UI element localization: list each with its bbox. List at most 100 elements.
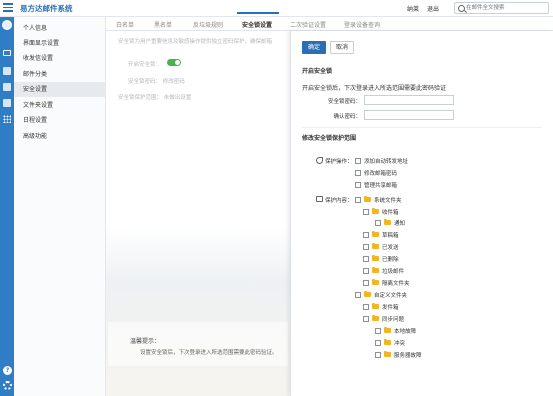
checkbox[interactable] [363, 279, 369, 286]
sidebar-item-folders[interactable]: 文件夹设置 [14, 98, 106, 113]
tip-text: 设置安全锁后，下次登录进入所选范围需要此密码验证。 [140, 350, 278, 356]
avatar-icon[interactable] [2, 20, 12, 30]
checkbox[interactable] [363, 208, 369, 215]
folder-icon [372, 230, 379, 237]
enable-lock-desc: 开启安全锁后，下次登录进入所选范围需要此密码验证 [302, 85, 447, 92]
search-box[interactable] [454, 2, 549, 14]
tab-blacklist[interactable]: 黑名单 [154, 20, 172, 29]
folder-icon [372, 242, 379, 249]
tab-whitelist[interactable]: 白名单 [116, 20, 134, 29]
tree-node[interactable]: 本地故障 [375, 326, 416, 335]
checkbox[interactable] [363, 231, 369, 238]
tab-two-factor[interactable]: 二次验证设置 [290, 20, 326, 29]
security-intro: 安全锁为用户重要信息及敏感操作提供独立密码保护，确保邮箱 [118, 39, 273, 45]
settings-icon[interactable] [3, 381, 12, 390]
checkbox[interactable] [375, 219, 381, 226]
ops-label: 保护操作： [325, 159, 353, 165]
wrench-icon [316, 157, 323, 164]
tip-title: 温馨提示： [130, 338, 161, 345]
sidebar-item-mail-settings[interactable]: 收发信设置 [14, 51, 106, 66]
search-input[interactable] [466, 3, 548, 13]
sidebar-item-profile[interactable]: 个人信息 [14, 21, 106, 36]
folder-icon [372, 278, 379, 285]
settings-sidebar: 个人信息 界面显示设置 收发信设置 邮件分类 安全设置 文件夹设置 日程设置 高… [14, 17, 106, 396]
sidebar-item-display[interactable]: 界面显示设置 [14, 36, 106, 51]
contacts-icon[interactable] [3, 67, 11, 75]
checkbox[interactable] [355, 196, 361, 203]
folder-icon [384, 350, 391, 357]
folder-icon [384, 326, 391, 333]
checkbox[interactable] [375, 339, 381, 346]
sidebar-item-advanced[interactable]: 高级功能 [14, 129, 106, 144]
content-label: 保护内容： [325, 198, 353, 204]
sidebar-item-mail-category[interactable]: 邮件分类 [14, 67, 106, 82]
tree-node-custom[interactable]: 自定义文件夹 [355, 290, 407, 299]
active-tab-indicator [237, 12, 279, 14]
checkbox[interactable] [363, 267, 369, 274]
op-row[interactable]: 添加自动转发地址 [355, 156, 408, 165]
tree-node[interactable]: 冲突 [375, 338, 405, 347]
enable-lock-title: 开启安全锁 [302, 68, 333, 75]
op-row[interactable]: 管理共享邮箱 [355, 180, 397, 189]
folder-icon [372, 207, 379, 214]
section-divider [302, 127, 542, 128]
menu-icon[interactable] [3, 3, 13, 13]
checkbox[interactable] [363, 243, 369, 250]
checkbox[interactable] [363, 315, 369, 322]
folder-outline-icon [316, 196, 323, 202]
tree-node[interactable]: 已发送 [363, 242, 399, 251]
calendar-icon[interactable] [3, 83, 11, 91]
tree-node[interactable]: 已删除 [363, 254, 399, 263]
folder-icon [384, 218, 391, 225]
checkbox[interactable] [375, 351, 381, 358]
help-icon[interactable]: ? [3, 366, 12, 375]
lock-scope-row: 安全锁保护范围： 未做出设置 [118, 95, 192, 101]
folder-icon [372, 314, 379, 321]
tip-box: 温馨提示： 设置安全锁后，下次登录进入所选范围需要此密码验证。 [108, 322, 288, 366]
tab-security-lock[interactable]: 安全锁设置 [242, 20, 272, 29]
checkbox[interactable] [375, 327, 381, 334]
checkbox[interactable] [355, 291, 361, 298]
confirm-password-field[interactable] [364, 110, 454, 120]
tree-node[interactable]: 草稿箱 [363, 230, 399, 239]
tab-antispam[interactable]: 反垃圾规则 [193, 20, 223, 29]
tree-node[interactable]: 同步问题 [363, 314, 404, 323]
op-row[interactable]: 修改邮箱密码 [355, 168, 397, 177]
lock-password-label: 安全锁密码： [327, 99, 361, 105]
confirm-button[interactable]: 确定 [302, 41, 326, 54]
tab-login-devices[interactable]: 登录设备查询 [344, 20, 380, 29]
tree-node-system[interactable]: 系统文件夹 [355, 195, 402, 204]
checkbox[interactable] [355, 169, 361, 176]
checkbox[interactable] [355, 157, 361, 164]
checkbox[interactable] [363, 303, 369, 310]
tree-node[interactable]: 垃圾邮件 [363, 266, 404, 275]
logout-link[interactable]: 退出 [427, 4, 439, 13]
lock-toggle-label: 开启安全锁： [128, 62, 162, 68]
confirm-password-label: 确认密码： [333, 114, 361, 120]
tree-node[interactable]: 服务器故障 [375, 350, 422, 359]
sidebar-item-security[interactable]: 安全设置 [14, 82, 106, 97]
lock-password-row: 安全锁密码： 修改密码 [128, 79, 185, 85]
tree-node[interactable]: 收件箱 [363, 207, 399, 216]
app-title: 易方达邮件系统 [20, 4, 73, 13]
tree-node[interactable]: 隔离文件夹 [363, 278, 410, 287]
lock-password-field[interactable] [364, 95, 454, 105]
folder-icon [372, 254, 379, 261]
cancel-button[interactable]: 取消 [330, 41, 354, 54]
top-bar: 易方达邮件系统 纳莱 退出 [0, 0, 553, 17]
icon-rail: ? [0, 17, 14, 396]
mail-icon[interactable] [3, 50, 11, 56]
folder-icon [384, 338, 391, 345]
scope-title: 修改安全锁保护范围 [302, 135, 357, 142]
checkbox[interactable] [355, 181, 361, 188]
security-lock-panel: 确定 取消 开启安全锁 开启安全锁后，下次登录进入所选范围需要此密码验证 安全锁… [290, 31, 553, 396]
apps-grid-icon[interactable] [3, 115, 11, 123]
tree-node[interactable]: 通知 [375, 218, 405, 227]
notes-icon[interactable] [3, 99, 11, 107]
tree-node[interactable]: 发件箱 [363, 302, 399, 311]
checkbox[interactable] [363, 255, 369, 262]
folder-icon [372, 266, 379, 273]
sidebar-item-calendar[interactable]: 日程设置 [14, 113, 106, 128]
lock-toggle[interactable] [167, 59, 181, 66]
user-link[interactable]: 纳莱 [407, 4, 419, 13]
